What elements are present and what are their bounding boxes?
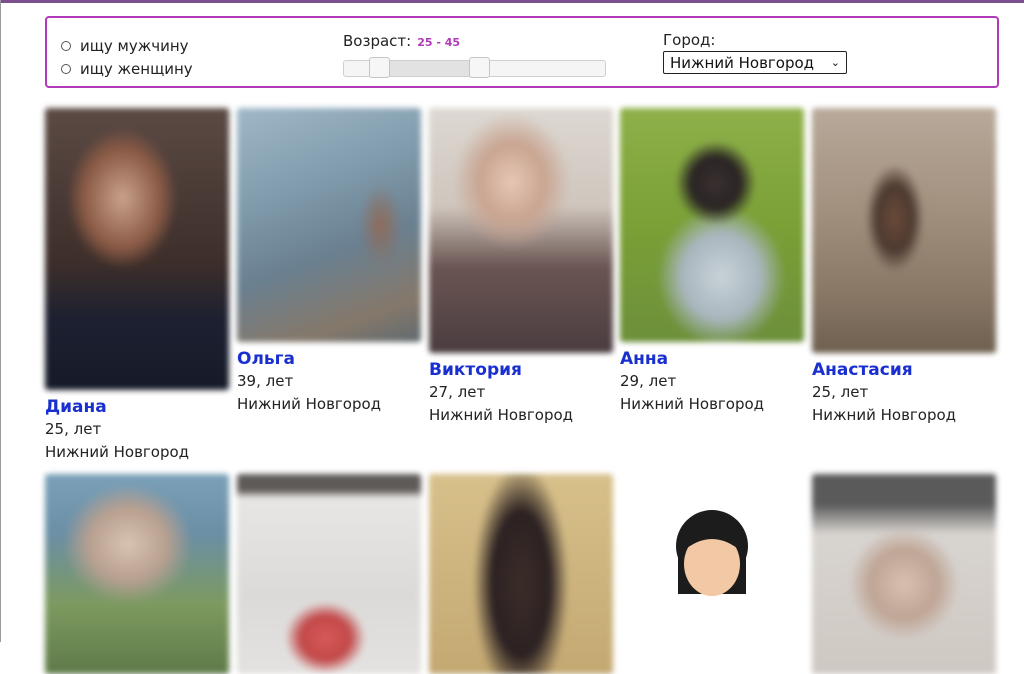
profile-photo[interactable] xyxy=(429,108,613,353)
profile-photo[interactable] xyxy=(45,474,229,674)
profile-city: Нижний Новгород xyxy=(237,395,382,413)
profile-name[interactable]: Ольга xyxy=(237,348,421,370)
radio-seek-man[interactable]: ищу мужчину xyxy=(61,34,193,57)
slider-max-handle[interactable] xyxy=(469,57,490,78)
radio-label: ищу мужчину xyxy=(80,36,189,55)
profile-city: Нижний Новгород xyxy=(429,406,574,424)
city-label: Город: xyxy=(663,31,716,49)
city-select[interactable]: Нижний Новгород ⌄ xyxy=(663,51,847,74)
profile-photo[interactable] xyxy=(812,108,996,353)
radio-label: ищу женщину xyxy=(80,59,193,78)
profile-city: Нижний Новгород xyxy=(620,395,765,413)
profile-photo[interactable] xyxy=(45,108,229,390)
city-filter: Город: Нижний Новгород ⌄ xyxy=(663,31,847,74)
filter-panel: ищу мужчину ищу женщину Возраст: 25 - 45 … xyxy=(45,16,999,88)
profile-card[interactable]: Диана 25, лет Нижний Новгород xyxy=(45,108,229,464)
age-range-value: 25 - 45 xyxy=(417,36,461,49)
age-label: Возраст: xyxy=(343,32,412,50)
profile-photo[interactable] xyxy=(812,474,996,674)
profile-photo[interactable] xyxy=(429,474,613,674)
profile-name[interactable]: Виктория xyxy=(429,359,613,381)
profile-photo[interactable] xyxy=(237,474,421,674)
profile-card[interactable] xyxy=(429,474,613,674)
top-border xyxy=(0,0,1024,3)
profile-age: 39, лет xyxy=(237,372,294,390)
profile-card[interactable]: Анастасия 25, лет Нижний Новгород xyxy=(812,108,996,427)
profile-age: 27, лет xyxy=(429,383,486,401)
slider-min-handle[interactable] xyxy=(369,57,390,78)
radio-circle-icon[interactable] xyxy=(61,40,71,51)
profile-card[interactable] xyxy=(237,474,421,674)
left-border xyxy=(0,0,1,642)
slider-selected-range xyxy=(379,61,479,76)
radio-seek-woman[interactable]: ищу женщину xyxy=(61,57,193,80)
profile-card[interactable]: Анна 29, лет Нижний Новгород xyxy=(620,108,804,416)
radio-circle-icon[interactable] xyxy=(61,63,71,74)
age-range-slider[interactable] xyxy=(343,57,606,78)
profile-name[interactable]: Анна xyxy=(620,348,804,370)
profile-photo[interactable] xyxy=(620,108,804,342)
profile-card[interactable] xyxy=(620,474,804,648)
city-selected-value: Нижний Новгород xyxy=(670,53,815,72)
profile-card[interactable]: Ольга 39, лет Нижний Новгород xyxy=(237,108,421,416)
profile-card[interactable]: Виктория 27, лет Нижний Новгород xyxy=(429,108,613,427)
profile-name[interactable]: Анастасия xyxy=(812,359,996,381)
profile-age: 25, лет xyxy=(812,383,869,401)
chevron-down-icon: ⌄ xyxy=(830,56,840,69)
profile-card[interactable] xyxy=(45,474,229,674)
default-avatar-icon[interactable] xyxy=(620,474,804,644)
gender-radio-group: ищу мужчину ищу женщину xyxy=(61,34,193,80)
profile-age: 25, лет xyxy=(45,420,102,438)
profile-photo[interactable] xyxy=(237,108,421,342)
profile-card[interactable] xyxy=(812,474,996,674)
profile-name[interactable]: Диана xyxy=(45,396,229,418)
age-filter: Возраст: 25 - 45 xyxy=(343,31,609,78)
profile-age: 29, лет xyxy=(620,372,677,390)
profile-city: Нижний Новгород xyxy=(812,406,957,424)
profile-city: Нижний Новгород xyxy=(45,443,190,461)
